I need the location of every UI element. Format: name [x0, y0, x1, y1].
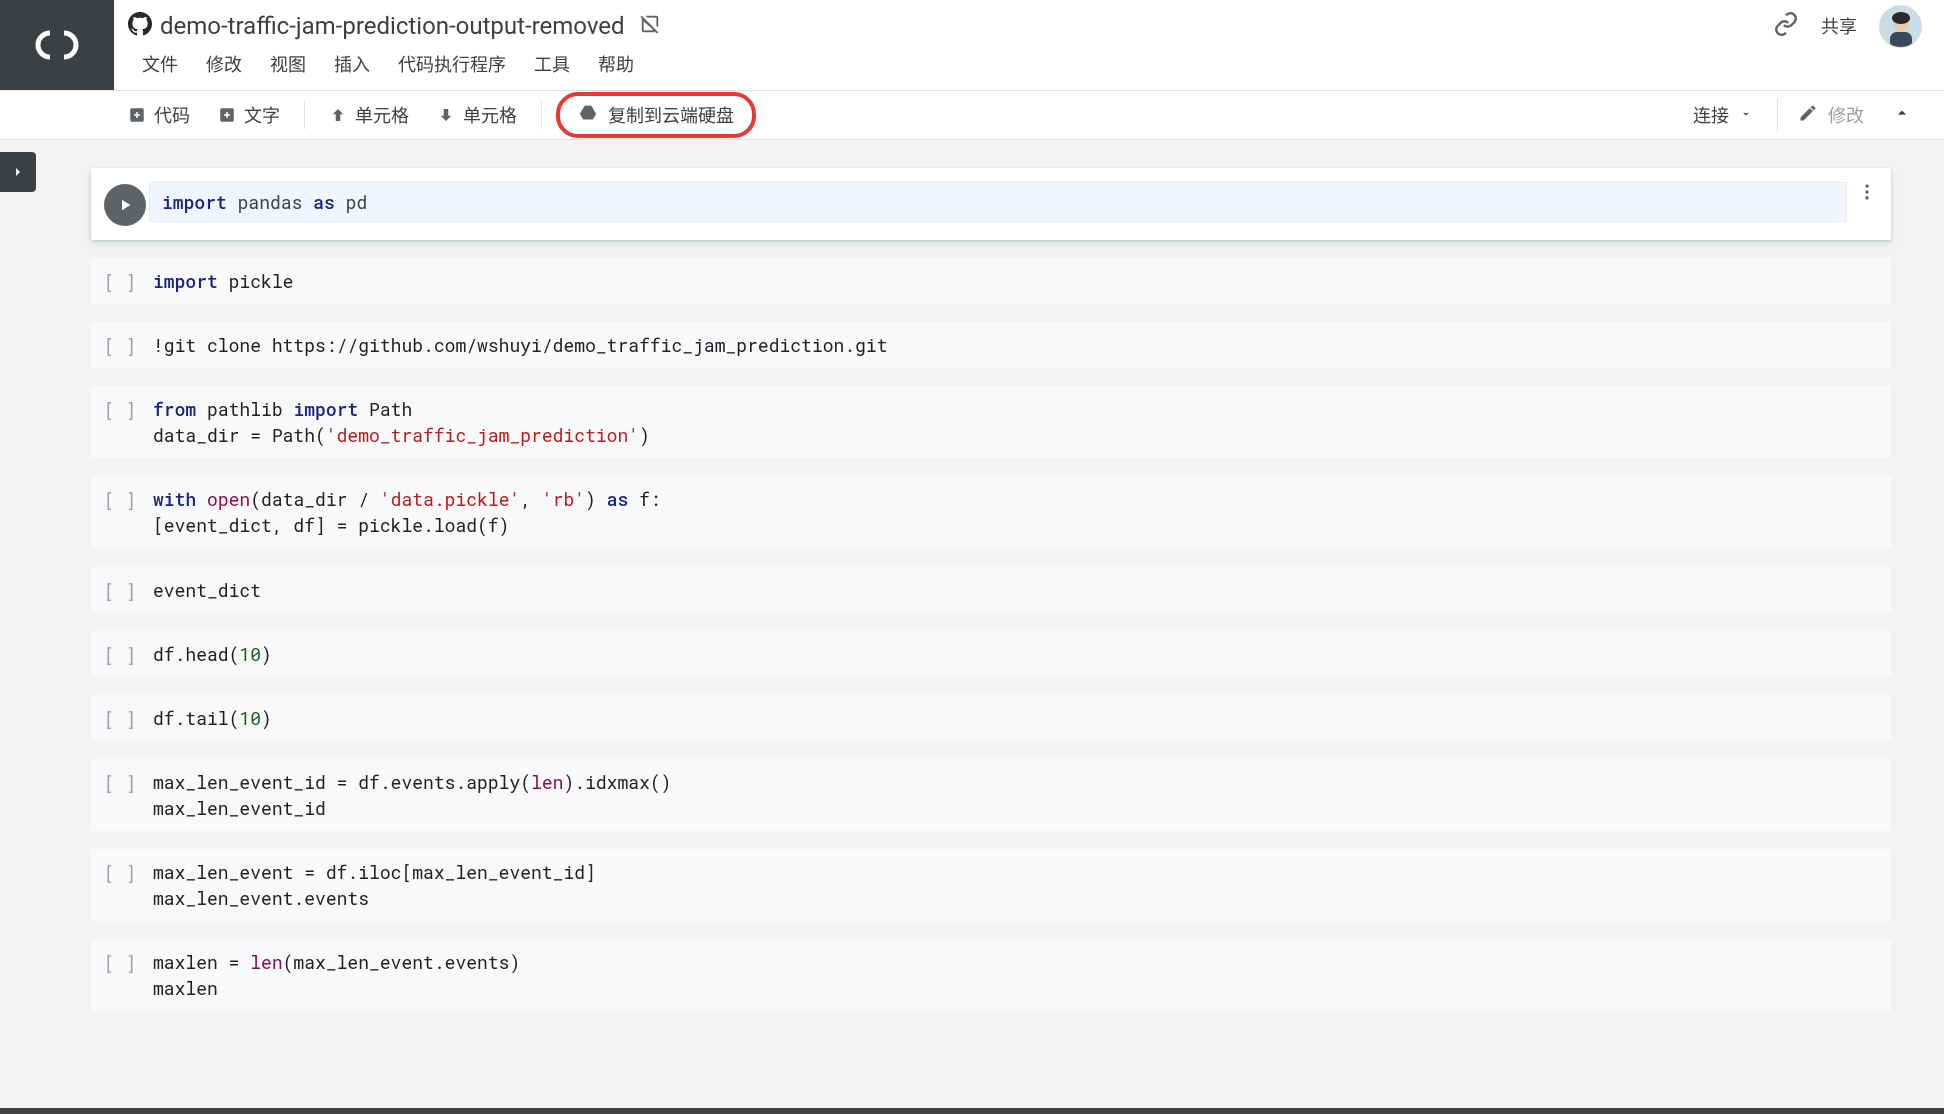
avatar[interactable]: [1879, 5, 1922, 48]
code-content[interactable]: max_len_event_id = df.events.apply(len).…: [149, 769, 1891, 821]
code-cell[interactable]: [ ]event_dict: [91, 567, 1891, 613]
code-content[interactable]: maxlen = len(max_len_event.events)maxlen: [149, 949, 1891, 1001]
link-icon[interactable]: [1773, 11, 1799, 41]
code-content[interactable]: import pickle: [149, 268, 1891, 294]
chevron-down-icon: [1739, 105, 1753, 126]
cell-gutter[interactable]: [ ]: [91, 769, 149, 795]
notebook-title[interactable]: demo-traffic-jam-prediction-output-remov…: [160, 12, 625, 40]
pencil-icon: [1798, 103, 1818, 128]
code-cell[interactable]: [ ]df.tail(10): [91, 695, 1891, 741]
add-text-label: 文字: [244, 102, 280, 128]
cell-gutter[interactable]: [ ]: [91, 486, 149, 512]
code-cell[interactable]: [ ]import pickle: [91, 258, 1891, 304]
code-editor[interactable]: import pandas as pd: [149, 182, 1847, 222]
add-code-label: 代码: [154, 102, 190, 128]
menu-item[interactable]: 文件: [128, 47, 192, 81]
cell-gutter[interactable]: [ ]: [91, 705, 149, 731]
code-cell[interactable]: [ ]!git clone https://github.com/wshuyi/…: [91, 322, 1891, 368]
code-cell[interactable]: [ ]max_len_event_id = df.events.apply(le…: [91, 759, 1891, 831]
toolbar-right: 连接 修改: [1683, 97, 1926, 133]
menu-bar: 文件修改视图插入代码执行程序工具帮助: [114, 46, 1944, 82]
menu-item[interactable]: 工具: [520, 47, 584, 81]
run-cell-button[interactable]: [104, 184, 146, 226]
toolbar: 代码 文字 单元格 单元格 复制到云端硬盘 连接 修改: [0, 90, 1944, 140]
menu-item[interactable]: 修改: [192, 47, 256, 81]
cell-gutter[interactable]: [ ]: [91, 396, 149, 422]
menu-item[interactable]: 帮助: [584, 47, 648, 81]
cell-gutter[interactable]: [ ]: [91, 332, 149, 358]
move-cell-up-button[interactable]: 单元格: [315, 96, 423, 134]
arrow-down-icon: [437, 106, 455, 124]
header-actions: 共享: [1773, 5, 1944, 48]
cell-gutter[interactable]: [ ]: [91, 641, 149, 667]
add-code-button[interactable]: 代码: [114, 96, 204, 134]
collapse-toolbar-button[interactable]: [1878, 97, 1926, 133]
code-cell[interactable]: import pandas as pd: [91, 168, 1891, 240]
menu-item[interactable]: 视图: [256, 47, 320, 81]
cells-pane: import pandas as pd[ ]import pickle[ ]!g…: [24, 140, 1944, 1108]
cell-gutter[interactable]: [ ]: [91, 859, 149, 885]
connect-label: 连接: [1693, 102, 1729, 128]
cell-overflow-menu[interactable]: [1857, 182, 1877, 206]
code-content[interactable]: event_dict: [149, 577, 1891, 603]
cell-gutter[interactable]: [ ]: [91, 268, 149, 294]
share-button[interactable]: 共享: [1821, 13, 1857, 39]
cells-container: import pandas as pd[ ]import pickle[ ]!g…: [91, 168, 1891, 1088]
connect-button[interactable]: 连接: [1683, 98, 1763, 132]
plus-icon: [218, 106, 236, 124]
copy-to-drive-button[interactable]: 复制到云端硬盘: [556, 92, 756, 138]
drive-icon: [578, 104, 598, 126]
body: import pandas as pd[ ]import pickle[ ]!g…: [0, 140, 1944, 1108]
colab-logo[interactable]: [0, 0, 114, 90]
left-rail: [0, 140, 24, 1108]
add-text-button[interactable]: 文字: [204, 96, 294, 134]
code-content[interactable]: from pathlib import Pathdata_dir = Path(…: [149, 396, 1891, 448]
code-content[interactable]: max_len_event = df.iloc[max_len_event_id…: [149, 859, 1891, 911]
edit-label: 修改: [1828, 102, 1864, 128]
divider: [304, 101, 305, 129]
arrow-up-icon: [329, 106, 347, 124]
header: demo-traffic-jam-prediction-output-remov…: [0, 0, 1944, 90]
code-cell[interactable]: [ ]maxlen = len(max_len_event.events)max…: [91, 939, 1891, 1011]
colab-logo-icon: [31, 29, 83, 61]
code-content[interactable]: df.head(10): [149, 641, 1891, 667]
bottom-bar: [0, 1108, 1944, 1114]
code-content[interactable]: !git clone https://github.com/wshuyi/dem…: [149, 332, 1891, 358]
copy-to-drive-label: 复制到云端硬盘: [608, 102, 734, 128]
header-right: demo-traffic-jam-prediction-output-remov…: [114, 0, 1944, 90]
cell-gutter[interactable]: [ ]: [91, 577, 149, 603]
move-up-label: 单元格: [355, 102, 409, 128]
edit-button[interactable]: 修改: [1777, 98, 1874, 132]
plus-icon: [128, 106, 146, 124]
code-content[interactable]: df.tail(10): [149, 705, 1891, 731]
code-content[interactable]: with open(data_dir / 'data.pickle', 'rb'…: [149, 486, 1891, 538]
code-cell[interactable]: [ ]from pathlib import Pathdata_dir = Pa…: [91, 386, 1891, 458]
toolbar-left: 代码 文字 单元格 单元格 复制到云端硬盘: [0, 92, 756, 138]
cell-gutter[interactable]: [ ]: [91, 949, 149, 975]
move-down-label: 单元格: [463, 102, 517, 128]
code-cell[interactable]: [ ]max_len_event = df.iloc[max_len_event…: [91, 849, 1891, 921]
divider: [541, 101, 542, 129]
github-icon: [128, 12, 152, 40]
code-cell[interactable]: [ ]with open(data_dir / 'data.pickle', '…: [91, 476, 1891, 548]
menu-item[interactable]: 代码执行程序: [384, 47, 520, 81]
title-row: demo-traffic-jam-prediction-output-remov…: [114, 0, 1944, 46]
sidebar-toggle-button[interactable]: [0, 152, 36, 192]
code-cell[interactable]: [ ]df.head(10): [91, 631, 1891, 677]
menu-item[interactable]: 插入: [320, 47, 384, 81]
changes-not-saved-icon: [639, 13, 661, 39]
move-cell-down-button[interactable]: 单元格: [423, 96, 531, 134]
